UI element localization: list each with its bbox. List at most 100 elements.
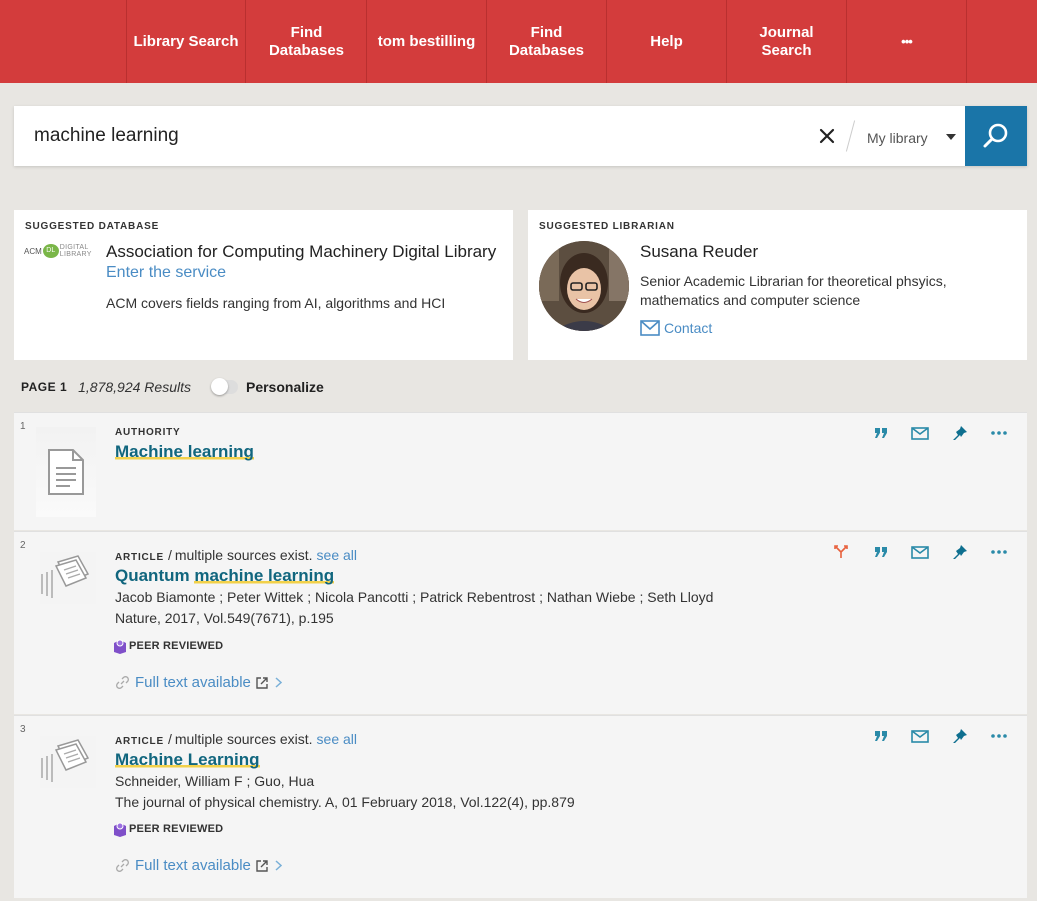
cite-button[interactable] xyxy=(870,425,892,441)
result-item: 3 ARTICLE / multiple sources exist. see … xyxy=(14,715,1027,898)
search-button[interactable] xyxy=(965,106,1027,166)
full-text-link[interactable]: Full text available xyxy=(116,857,282,874)
peer-reviewed-label: PEER REVIEWED xyxy=(129,640,224,652)
search-scope-label: My library xyxy=(867,130,928,146)
external-link-icon xyxy=(256,676,268,689)
versions-button[interactable] xyxy=(830,544,852,560)
quote-icon xyxy=(875,731,887,741)
quote-icon xyxy=(875,547,887,557)
result-type-separator: / xyxy=(167,547,172,563)
more-actions-button[interactable] xyxy=(988,728,1010,744)
nav-help[interactable]: Help xyxy=(607,0,727,83)
ellipsis-icon xyxy=(991,431,1007,435)
result-title-link[interactable]: Machine learning xyxy=(115,442,254,462)
nav-find-databases[interactable]: Find Databases xyxy=(247,0,367,83)
acm-logo-subtext: DIGITAL LIBRARY xyxy=(59,244,92,258)
result-type-line: ARTICLE / multiple sources exist. see al… xyxy=(115,731,357,747)
peer-reviewed-badge: PEER REVIEWED xyxy=(113,821,223,837)
search-divider xyxy=(845,120,856,152)
see-all-link[interactable]: see all xyxy=(317,731,357,747)
clear-search-button[interactable] xyxy=(814,121,840,151)
enter-service-link[interactable]: Enter the service xyxy=(106,264,226,282)
pin-button[interactable] xyxy=(949,544,971,560)
email-button[interactable] xyxy=(909,728,931,744)
envelope-icon xyxy=(911,426,929,440)
result-source: Nature, 2017, Vol.549(7671), p.195 xyxy=(115,610,334,626)
nav-tom-bestilling[interactable]: tom bestilling xyxy=(367,0,487,83)
article-thumbnail[interactable] xyxy=(32,544,102,624)
avatar xyxy=(539,241,629,331)
versions-icon xyxy=(834,545,848,558)
result-source: The journal of physical chemistry. A, 01… xyxy=(115,794,575,810)
envelope-icon xyxy=(640,320,660,336)
email-button[interactable] xyxy=(909,544,931,560)
acm-logo-badge: DL xyxy=(42,244,59,258)
cite-button[interactable] xyxy=(870,728,892,744)
cite-button[interactable] xyxy=(870,544,892,560)
result-title-link[interactable]: Quantum machine learning xyxy=(115,566,335,586)
result-authors: Schneider, William F ; Guo, Hua xyxy=(115,773,315,789)
search-input[interactable] xyxy=(14,106,814,166)
suggested-librarian-card: SUGGESTED LIBRARIAN Susana Reuder Senior… xyxy=(528,210,1027,360)
results-bar: PAGE 1 1,878,924 Results Personalize xyxy=(21,378,324,396)
pin-button[interactable] xyxy=(949,425,971,441)
database-description: ACM covers fields ranging from AI, algor… xyxy=(106,295,446,311)
database-title: Association for Computing Machinery Digi… xyxy=(106,242,497,261)
page-number: PAGE 1 xyxy=(21,380,68,394)
result-index: 1 xyxy=(20,421,26,432)
personalize-label: Personalize xyxy=(245,379,324,395)
acm-logo: ACM DL DIGITAL LIBRARY xyxy=(24,242,98,260)
contact-link[interactable]: Contact xyxy=(640,320,712,336)
librarian-photo xyxy=(539,241,629,331)
more-actions-button[interactable] xyxy=(988,425,1010,441)
librarian-name: Susana Reuder xyxy=(640,242,759,261)
ellipsis-icon xyxy=(991,550,1007,554)
article-thumbnail[interactable] xyxy=(32,728,102,808)
result-type-line: ARTICLE / multiple sources exist. see al… xyxy=(115,547,357,563)
envelope-icon xyxy=(911,729,929,743)
envelope-icon xyxy=(911,545,929,559)
article-stack-icon xyxy=(40,552,96,604)
nav-journal-search[interactable]: Journal Search xyxy=(727,0,847,83)
nav-find-databases-2[interactable]: Find Databases xyxy=(487,0,607,83)
result-title-link[interactable]: Machine Learning xyxy=(115,750,260,770)
result-type: ARTICLE xyxy=(115,552,164,563)
peer-reviewed-badge: PEER REVIEWED xyxy=(113,638,223,654)
top-navigation: Library Search Find Databases tom bestil… xyxy=(0,0,1037,83)
search-bar: My library xyxy=(14,106,1027,166)
ellipsis-icon xyxy=(991,734,1007,738)
chevron-right-icon xyxy=(275,677,282,688)
multiple-sources-text: multiple sources exist. xyxy=(174,547,313,563)
result-type: AUTHORITY xyxy=(115,427,181,438)
external-link-icon xyxy=(256,859,268,872)
personalize-toggle[interactable] xyxy=(210,378,238,395)
result-authors: Jacob Biamonte ; Peter Wittek ; Nicola P… xyxy=(115,589,714,605)
close-icon xyxy=(819,128,835,144)
document-icon xyxy=(48,449,84,495)
card-label: SUGGESTED LIBRARIAN xyxy=(539,221,675,232)
result-title-highlight: machine learning xyxy=(194,566,335,585)
librarian-description: Senior Academic Librarian for theoretica… xyxy=(640,273,947,308)
result-type-separator: / xyxy=(167,731,172,747)
nav-library-search[interactable]: Library Search xyxy=(126,0,246,83)
more-actions-button[interactable] xyxy=(988,544,1010,560)
card-label: SUGGESTED DATABASE xyxy=(25,221,160,232)
nav-more-menu[interactable]: ••• xyxy=(847,0,967,83)
pin-button[interactable] xyxy=(949,728,971,744)
chevron-down-icon[interactable] xyxy=(946,134,956,140)
link-icon xyxy=(116,676,129,689)
quote-icon xyxy=(875,428,887,438)
full-text-label: Full text available xyxy=(135,857,251,874)
suggested-database-card: SUGGESTED DATABASE ACM DL DIGITAL LIBRAR… xyxy=(14,210,513,360)
pin-icon xyxy=(953,729,967,743)
email-button[interactable] xyxy=(909,425,931,441)
full-text-label: Full text available xyxy=(135,674,251,691)
see-all-link[interactable]: see all xyxy=(317,547,357,563)
result-thumbnail[interactable] xyxy=(36,427,96,517)
contact-label: Contact xyxy=(664,320,713,336)
peer-reviewed-label: PEER REVIEWED xyxy=(129,823,224,835)
peer-reviewed-icon xyxy=(114,639,126,654)
acm-logo-text: ACM xyxy=(24,246,42,256)
full-text-link[interactable]: Full text available xyxy=(116,674,282,691)
link-icon xyxy=(116,859,129,872)
